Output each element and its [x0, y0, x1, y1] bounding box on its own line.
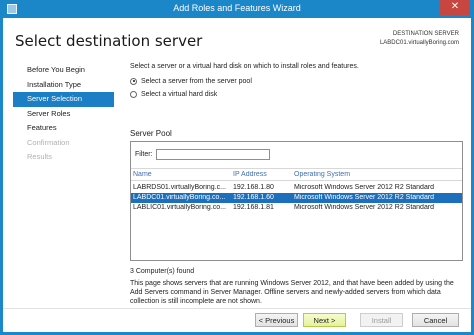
row-os: Microsoft Windows Server 2012 R2 Standar…: [294, 184, 435, 191]
table-row[interactable]: LABRDS01.virtuallyBoring.c... 192.168.1.…: [131, 183, 462, 193]
nav-server-selection[interactable]: Server Selection: [13, 92, 114, 107]
intro-text: Select a server or a virtual hard disk o…: [130, 63, 359, 70]
page-title: Select destination server: [15, 32, 203, 50]
close-button[interactable]: ✕: [440, 0, 470, 15]
server-pool-heading: Server Pool: [130, 129, 172, 138]
nav-confirmation: Confirmation: [27, 137, 70, 147]
previous-button[interactable]: < Previous: [255, 313, 298, 327]
wizard-nav: Before You Begin Installation Type Serve…: [13, 63, 114, 165]
option-virtual-hard-disk[interactable]: Select a virtual hard disk: [130, 89, 217, 99]
install-button: Install: [360, 313, 403, 327]
computer-count: 3 Computer(s) found: [130, 268, 195, 275]
window-title: Add Roles and Features Wizard: [173, 3, 301, 13]
main-content: Select a server or a virtual hard disk o…: [130, 63, 464, 305]
option-virtual-hard-disk-label: Select a virtual hard disk: [141, 90, 218, 98]
table-row[interactable]: LABLIC01.virtuallyBoring.co... 192.168.1…: [131, 203, 462, 213]
destination-value: LABDC01.virtuallyBoring.com: [379, 40, 459, 46]
column-ip-address[interactable]: IP Address: [233, 171, 291, 178]
nav-before-you-begin[interactable]: Before You Begin: [13, 63, 114, 78]
row-name: LABDC01.virtuallyBoring.co...: [133, 194, 226, 201]
row-name: LABLIC01.virtuallyBoring.co...: [133, 204, 226, 211]
row-ip: 192.168.1.80: [233, 184, 274, 191]
nav-server-roles[interactable]: Server Roles: [13, 107, 114, 122]
destination-label: DESTINATION SERVER: [392, 31, 459, 37]
next-button[interactable]: Next >: [303, 313, 346, 327]
cancel-button[interactable]: Cancel: [412, 313, 459, 327]
wizard-window: Select destination server DESTINATION SE…: [3, 18, 471, 332]
radio-virtual-hard-disk[interactable]: [130, 90, 137, 98]
filter-row: Filter:: [135, 149, 270, 160]
row-os: Microsoft Windows Server 2012 R2 Standar…: [294, 194, 435, 201]
row-ip: 192.168.1.81: [233, 204, 274, 211]
server-pool-panel: Filter: Name IP Address Operating System…: [130, 141, 463, 261]
row-os: Microsoft Windows Server 2012 R2 Standar…: [294, 204, 435, 211]
pool-description: This page shows servers that are running…: [130, 280, 454, 305]
filter-label: Filter:: [135, 151, 153, 158]
wizard-footer: < Previous Next > Install Cancel: [3, 308, 471, 332]
column-operating-system[interactable]: Operating System: [294, 171, 462, 178]
column-name[interactable]: Name: [133, 171, 229, 178]
nav-installation-type[interactable]: Installation Type: [13, 78, 114, 93]
title-bar: Add Roles and Features Wizard ✕: [0, 0, 474, 18]
option-server-pool[interactable]: Select a server from the server pool: [130, 76, 252, 86]
nav-results: Results: [27, 152, 53, 161]
row-name: LABRDS01.virtuallyBoring.c...: [133, 184, 226, 191]
row-ip: 192.168.1.60: [233, 194, 274, 201]
option-server-pool-label: Select a server from the server pool: [141, 77, 252, 85]
filter-input[interactable]: [155, 149, 270, 160]
destination-server-info: DESTINATION SERVER LABDC01.virtuallyBori…: [380, 30, 459, 48]
nav-features[interactable]: Features: [13, 121, 114, 136]
table-row-selected[interactable]: LABDC01.virtuallyBoring.co... 192.168.1.…: [131, 193, 462, 203]
radio-server-pool[interactable]: [130, 77, 137, 85]
server-table-header: Name IP Address Operating System: [131, 168, 462, 181]
